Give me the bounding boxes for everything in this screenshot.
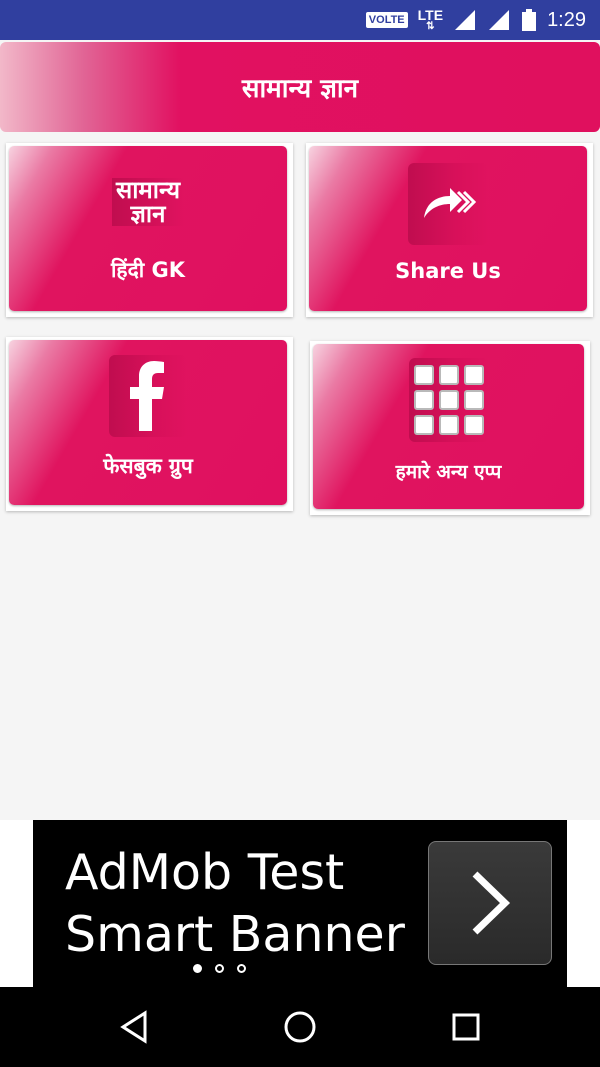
home-button[interactable] (280, 1007, 320, 1047)
app-logo-icon: सामान्य ज्ञान (111, 178, 185, 226)
status-icons: VOLTE LTE ⇅ 1:29 (365, 0, 586, 40)
ad-headline: AdMob Test Smart Banner (65, 842, 405, 966)
ad-margin-right (567, 820, 600, 987)
logo-line-2: ज्ञान (111, 202, 185, 226)
card-background: सामान्य ज्ञान हिंदी GK (9, 146, 287, 311)
ad-line-2: Smart Banner (65, 906, 405, 963)
apps-grid-icon (413, 365, 484, 435)
share-us-card[interactable]: Share Us (306, 143, 593, 317)
signal-icon (455, 10, 476, 30)
lte-label: LTE (417, 7, 444, 23)
ad-pager-dots (193, 964, 246, 973)
card-label: Share Us (395, 259, 501, 283)
back-button[interactable] (114, 1007, 154, 1047)
card-label: हमारे अन्य एप्प (395, 461, 502, 483)
card-background: Share Us (309, 146, 587, 311)
facebook-group-card[interactable]: फेसबुक ग्रुप (6, 337, 293, 511)
recents-icon (452, 1013, 480, 1041)
card-background: हमारे अन्य एप्प (313, 344, 584, 509)
ad-margin-left (0, 820, 33, 987)
lte-indicator: LTE ⇅ (418, 8, 443, 32)
pager-dot-active (193, 964, 202, 973)
volte-badge: VOLTE (365, 12, 408, 28)
back-icon (120, 1010, 147, 1044)
facebook-icon-box (109, 355, 187, 437)
recents-button[interactable] (446, 1007, 486, 1047)
apps-icon-box (408, 358, 489, 442)
status-bar: VOLTE LTE ⇅ 1:29 (0, 0, 600, 40)
card-label: फेसबुक ग्रुप (103, 454, 193, 478)
navigation-bar (0, 987, 600, 1067)
admob-banner[interactable]: AdMob Test Smart Banner (33, 820, 567, 987)
facebook-icon (130, 361, 164, 431)
chevron-right-icon (472, 871, 511, 935)
data-arrows-icon: ⇅ (426, 21, 435, 32)
other-apps-card[interactable]: हमारे अन्य एप्प (310, 341, 590, 515)
battery-icon (522, 9, 537, 31)
pager-dot (237, 964, 246, 973)
share-icon-box (408, 163, 488, 245)
share-arrow-icon (424, 188, 477, 218)
home-icon (284, 1011, 316, 1043)
logo-line-1: सामान्य (111, 178, 185, 202)
ad-line-1: AdMob Test (65, 844, 345, 901)
card-background: फेसबुक ग्रुप (9, 340, 287, 505)
app-title-bar: सामान्य ज्ञान (0, 42, 600, 132)
card-label: हिंदी GK (110, 258, 185, 282)
signal-icon (489, 10, 510, 30)
status-time: 1:29 (547, 8, 586, 31)
ad-cta-button[interactable] (428, 841, 552, 965)
page-title: सामान्य ज्ञान (241, 74, 359, 104)
pager-dot (215, 964, 224, 973)
hindi-gk-card[interactable]: सामान्य ज्ञान हिंदी GK (6, 143, 293, 317)
